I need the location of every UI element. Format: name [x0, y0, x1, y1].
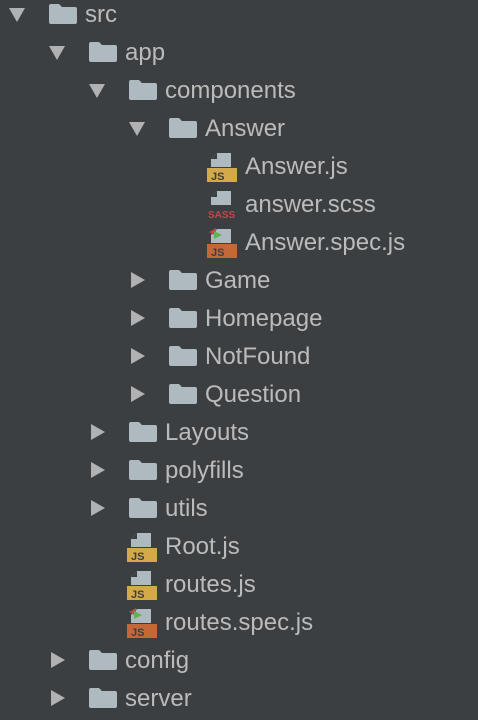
- tree-node-label: routes.js: [165, 571, 256, 598]
- folder-icon: [49, 4, 77, 24]
- tree-node-label: routes.spec.js: [165, 609, 314, 636]
- chevron-right-icon[interactable]: [91, 424, 105, 440]
- tree-node-label: config: [125, 647, 190, 674]
- folder-icon: [129, 498, 157, 518]
- folder-icon: [169, 346, 197, 366]
- tree-node-label: Layouts: [165, 419, 250, 446]
- chevron-right-icon[interactable]: [131, 310, 145, 326]
- folder-icon: [169, 270, 197, 290]
- chevron-right-icon[interactable]: [131, 272, 145, 288]
- chevron-right-icon[interactable]: [91, 462, 105, 478]
- tree-node-label: components: [165, 77, 296, 104]
- js-test-file-icon: JS: [207, 227, 237, 259]
- tree-node-label: Answer: [205, 115, 286, 142]
- tree-node-root-js[interactable]: JS Root.js: [0, 528, 478, 566]
- svg-text:JS: JS: [211, 247, 224, 259]
- svg-text:JS: JS: [211, 171, 224, 183]
- tree-node-config[interactable]: config: [0, 642, 478, 680]
- tree-node-game[interactable]: Game: [0, 262, 478, 300]
- chevron-right-icon[interactable]: [91, 500, 105, 516]
- folder-icon: [129, 422, 157, 442]
- tree-node-components[interactable]: components: [0, 72, 478, 110]
- folder-icon: [169, 384, 197, 404]
- folder-icon: [89, 650, 117, 670]
- tree-node-label: Root.js: [165, 533, 240, 560]
- chevron-down-icon[interactable]: [49, 46, 65, 60]
- tree-node-app[interactable]: app: [0, 34, 478, 72]
- tree-node-label: NotFound: [205, 343, 311, 370]
- tree-node-notfound[interactable]: NotFound: [0, 338, 478, 376]
- svg-text:JS: JS: [131, 551, 144, 563]
- chevron-right-icon[interactable]: [51, 652, 65, 668]
- tree-node-label: Answer.js: [245, 153, 348, 180]
- folder-icon: [89, 688, 117, 708]
- folder-icon: [89, 42, 117, 62]
- tree-node-layouts[interactable]: Layouts: [0, 414, 478, 452]
- tree-node-answer-scss[interactable]: SASS answer.scss: [0, 186, 478, 224]
- tree-node-label: Question: [205, 381, 302, 408]
- chevron-down-icon[interactable]: [89, 84, 105, 98]
- folder-icon: [129, 460, 157, 480]
- chevron-right-icon[interactable]: [131, 386, 145, 402]
- tree-node-label: Game: [205, 267, 271, 294]
- tree-node-routes-js[interactable]: JS routes.js: [0, 566, 478, 604]
- tree-node-label: Homepage: [205, 305, 323, 332]
- tree-node-answer-spec-js[interactable]: JS Answer.spec.js: [0, 224, 478, 262]
- chevron-down-icon[interactable]: [129, 122, 145, 136]
- tree-node-label: Answer.spec.js: [245, 229, 406, 256]
- sass-file-icon: SASS: [207, 189, 239, 221]
- svg-text:SASS: SASS: [208, 210, 236, 221]
- tree-node-server[interactable]: server: [0, 680, 478, 718]
- tree-node-label: answer.scss: [245, 191, 376, 218]
- svg-text:JS: JS: [131, 627, 144, 639]
- tree-node-label: utils: [165, 495, 208, 522]
- tree-node-answer-js[interactable]: JS Answer.js: [0, 148, 478, 186]
- tree-node-routes-spec-js[interactable]: JS routes.spec.js: [0, 604, 478, 642]
- tree-node-utils[interactable]: utils: [0, 490, 478, 528]
- svg-text:JS: JS: [131, 589, 144, 601]
- chevron-down-icon[interactable]: [9, 8, 25, 22]
- folder-icon: [169, 308, 197, 328]
- tree-node-label: server: [125, 685, 192, 712]
- tree-node-label: app: [125, 39, 166, 66]
- tree-node-label: src: [85, 1, 117, 28]
- js-file-icon: JS: [127, 569, 157, 601]
- chevron-right-icon[interactable]: [51, 690, 65, 706]
- js-file-icon: JS: [127, 531, 157, 563]
- chevron-right-icon[interactable]: [131, 348, 145, 364]
- tree-node-question[interactable]: Question: [0, 376, 478, 414]
- folder-icon: [169, 118, 197, 138]
- project-file-tree: src app components Answer JS Answer.js S…: [0, 0, 478, 720]
- tree-node-polyfills[interactable]: polyfills: [0, 452, 478, 490]
- js-test-file-icon: JS: [127, 607, 157, 639]
- tree-node-answer[interactable]: Answer: [0, 110, 478, 148]
- folder-icon: [129, 80, 157, 100]
- tree-node-label: polyfills: [165, 457, 244, 484]
- tree-node-homepage[interactable]: Homepage: [0, 300, 478, 338]
- js-file-icon: JS: [207, 151, 237, 183]
- tree-node-src[interactable]: src: [0, 0, 478, 34]
